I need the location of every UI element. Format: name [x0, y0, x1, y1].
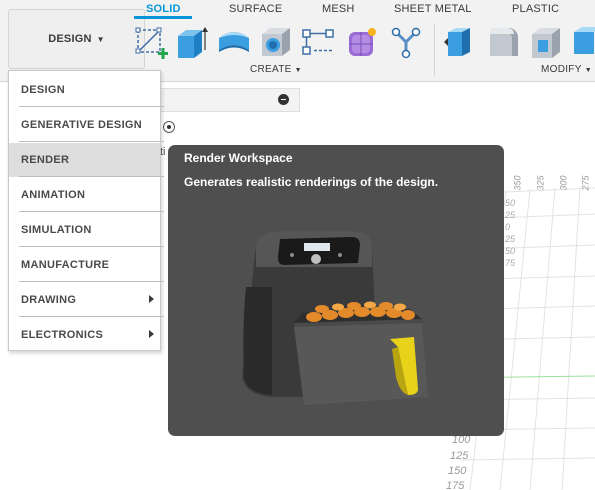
grid-label: 175	[446, 480, 465, 490]
create-group-label: CREATE	[250, 64, 292, 75]
form-icon[interactable]	[344, 24, 380, 60]
menu-item-label: GENERATIVE DESIGN	[21, 119, 143, 131]
grid-label: 50	[505, 198, 516, 208]
tab-plastic[interactable]: PLASTIC	[512, 3, 559, 15]
menu-item-label: DESIGN	[21, 84, 65, 96]
menu-divider	[19, 106, 164, 107]
modify-group-label: MODIFY	[541, 64, 582, 75]
menu-divider	[19, 281, 164, 282]
menu-item-simulation[interactable]: SIMULATION	[9, 213, 160, 247]
tooltip-description: Generates realistic renderings of the de…	[184, 175, 439, 189]
grid-label: 75	[505, 258, 516, 268]
menu-item-design[interactable]: DESIGN	[9, 73, 160, 107]
workspace-switcher-label: DESIGN	[48, 33, 92, 45]
render-workspace-tooltip: Render Workspace Generates realistic ren…	[168, 145, 504, 436]
collapse-button[interactable]	[278, 94, 289, 105]
modify-group-dropdown[interactable]: MODIFY ▼	[541, 64, 592, 75]
submenu-arrow-icon	[149, 330, 154, 338]
create-group-dropdown[interactable]: CREATE ▼	[250, 64, 302, 75]
menu-item-animation[interactable]: ANIMATION	[9, 178, 160, 212]
menu-item-label: MANUFACTURE	[21, 259, 110, 271]
grid-label: 350	[512, 175, 523, 191]
grid-label: 125	[450, 450, 469, 462]
menu-item-drawing[interactable]: DRAWING	[9, 283, 160, 317]
tooltip-title: Render Workspace	[184, 151, 293, 165]
grid-label: 150	[448, 465, 467, 477]
menu-divider	[19, 316, 164, 317]
revolve-icon[interactable]	[216, 24, 252, 60]
fillet-icon[interactable]	[486, 24, 522, 60]
active-tab-indicator	[134, 16, 192, 19]
menu-item-manufacture[interactable]: MANUFACTURE	[9, 248, 160, 282]
tab-sheet-metal[interactable]: SHEET METAL	[394, 3, 472, 15]
menu-item-render[interactable]: RENDER	[9, 143, 160, 177]
workspace-switcher-button[interactable]: DESIGN ▼	[8, 9, 145, 69]
menu-item-label: SIMULATION	[21, 224, 92, 236]
menu-divider	[19, 141, 164, 142]
visibility-radio[interactable]	[163, 121, 175, 133]
hole-icon[interactable]	[258, 24, 294, 60]
caret-down-icon: ▼	[294, 67, 302, 74]
extrude-icon[interactable]	[174, 24, 210, 60]
menu-divider	[19, 176, 164, 177]
press-pull-icon[interactable]	[442, 24, 478, 60]
joint-icon[interactable]	[388, 24, 424, 60]
tab-solid[interactable]: SOLID	[146, 3, 181, 15]
menu-divider	[19, 211, 164, 212]
grid-label: 25	[505, 234, 516, 244]
create-sketch-icon[interactable]	[134, 24, 170, 60]
menu-item-label: RENDER	[21, 154, 70, 166]
caret-down-icon: ▼	[96, 34, 105, 44]
air-fryer-render-image	[242, 231, 428, 405]
menu-item-label: ELECTRONICS	[21, 329, 104, 341]
grid-label: 325	[535, 175, 546, 191]
pattern-icon[interactable]	[300, 24, 336, 60]
menu-item-label: DRAWING	[21, 294, 77, 306]
grid-label: 25	[505, 210, 516, 220]
menu-item-generative-design[interactable]: GENERATIVE DESIGN	[9, 108, 160, 142]
caret-down-icon: ▼	[584, 67, 592, 74]
tab-mesh[interactable]: MESH	[322, 3, 355, 15]
grid-label: 0	[505, 222, 511, 232]
grid-label: 275	[580, 175, 591, 191]
toolbar-separator	[434, 24, 435, 76]
menu-item-electronics[interactable]: ELECTRONICS	[9, 318, 160, 352]
combine-icon[interactable]	[568, 24, 595, 60]
grid-label: 50	[505, 246, 516, 256]
workspace-menu: DESIGN GENERATIVE DESIGN RENDER ANIMATIO…	[8, 70, 164, 352]
shell-icon[interactable]	[528, 24, 564, 60]
menu-divider	[19, 246, 164, 247]
tab-surface[interactable]: SURFACE	[229, 3, 282, 15]
grid-label: 300	[558, 175, 569, 191]
menu-item-label: ANIMATION	[21, 189, 86, 201]
submenu-arrow-icon	[149, 295, 154, 303]
